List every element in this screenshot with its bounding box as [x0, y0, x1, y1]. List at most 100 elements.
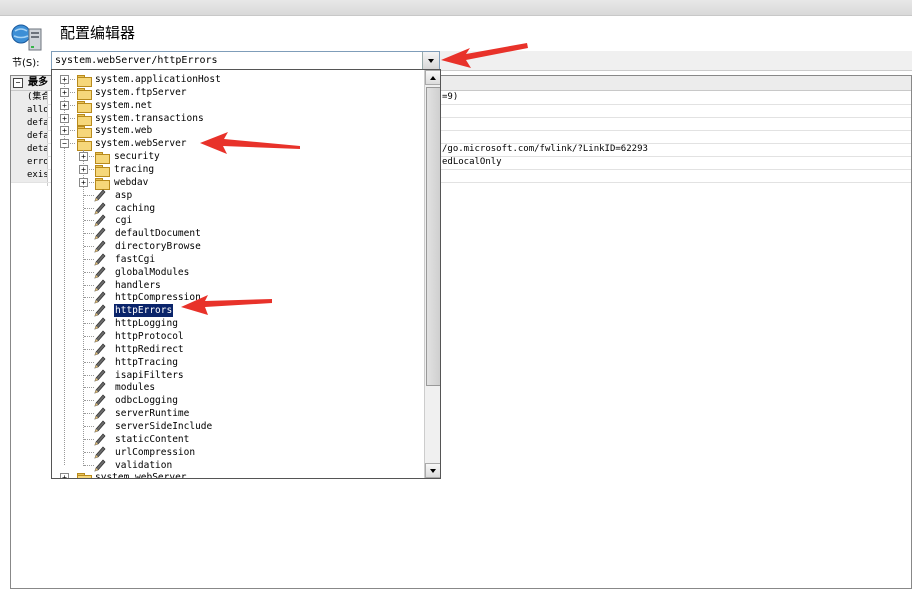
chevron-down-icon[interactable] — [422, 52, 439, 69]
grid-header-label: 最多 — [28, 77, 48, 88]
tree-item-validation[interactable]: validation — [114, 459, 173, 472]
tree-item-modules[interactable]: modules — [114, 381, 156, 394]
tree-line — [84, 400, 94, 402]
scroll-down-button[interactable] — [425, 463, 440, 478]
tree-item-httpErrors[interactable]: httpErrors — [114, 304, 174, 318]
folder-icon — [77, 473, 92, 478]
tree-item-httpCompression[interactable]: httpCompression — [114, 291, 202, 304]
tree-line — [84, 194, 94, 196]
folder-icon — [77, 100, 92, 113]
pen-icon — [94, 291, 106, 304]
expand-icon[interactable]: − — [60, 139, 69, 149]
expand-icon[interactable]: + — [79, 152, 88, 162]
tree-item-defaultDocument[interactable]: defaultDocument — [114, 227, 202, 240]
tree-line — [84, 220, 94, 222]
property-name: deta — [11, 143, 47, 156]
property-name: (集合 — [11, 91, 47, 104]
folder-icon — [77, 139, 92, 152]
tree-line — [84, 361, 94, 363]
pen-icon — [94, 189, 106, 202]
tree-item-asp[interactable]: asp — [114, 189, 133, 202]
property-value: =9) — [442, 92, 459, 102]
pen-icon — [94, 433, 106, 446]
expand-icon[interactable]: + — [60, 126, 69, 136]
toolbar-strip — [440, 51, 912, 71]
tree-line — [84, 233, 94, 235]
dropdown-scrollbar[interactable] — [424, 70, 440, 478]
tree-item-handlers[interactable]: handlers — [114, 279, 162, 292]
property-name: defa — [11, 117, 47, 130]
pen-icon — [94, 266, 106, 279]
expand-icon[interactable]: + — [60, 473, 69, 478]
collapse-icon[interactable]: − — [13, 78, 23, 88]
tree-item-serverSideInclude[interactable]: serverSideInclude — [114, 420, 213, 433]
tree-line — [84, 284, 94, 286]
tree-item-system-transactions[interactable]: system.transactions — [95, 112, 204, 125]
pen-icon — [94, 253, 106, 266]
page-title: 配置编辑器 — [60, 24, 136, 42]
pen-icon — [94, 394, 106, 407]
pen-icon — [94, 381, 106, 394]
tree-item-system-webServer[interactable]: system.webServer — [95, 137, 187, 150]
pen-icon — [94, 356, 106, 369]
tree-item-httpLogging[interactable]: httpLogging — [114, 317, 179, 330]
pen-icon — [94, 304, 106, 317]
tree-item-staticContent[interactable]: staticContent — [114, 433, 190, 446]
tree-line — [84, 438, 94, 440]
tree-line — [84, 348, 94, 350]
tree-item-system-ftpServer[interactable]: system.ftpServer — [95, 86, 187, 99]
folder-icon — [77, 75, 92, 87]
tree-item-partial[interactable]: system.webServer... — [95, 471, 204, 478]
pen-icon — [94, 420, 106, 433]
pen-icon — [94, 214, 106, 227]
tree-line — [83, 150, 84, 467]
tree-item-directoryBrowse[interactable]: directoryBrowse — [114, 240, 202, 253]
tree-item-globalModules[interactable]: globalModules — [114, 266, 190, 279]
tree-line — [84, 297, 94, 299]
tree-item-system-web[interactable]: system.web — [95, 124, 152, 137]
folder-icon — [95, 152, 110, 165]
section-combobox-value: system.webServer/httpErrors — [55, 55, 218, 66]
tree-line — [84, 413, 94, 415]
section-combobox[interactable]: system.webServer/httpErrors — [51, 51, 440, 70]
section-dropdown-tree[interactable]: + system.applicationHost + system.ftpServer… — [51, 69, 441, 479]
tree-item-serverRuntime[interactable]: serverRuntime — [114, 407, 190, 420]
tree-item-httpTracing[interactable]: httpTracing — [114, 356, 179, 369]
property-name: exis — [11, 169, 47, 182]
pen-icon — [94, 279, 106, 292]
scroll-up-button[interactable] — [425, 70, 440, 85]
tree-line — [84, 425, 94, 427]
tree-item-caching[interactable]: caching — [114, 202, 156, 215]
tree-item-httpProtocol[interactable]: httpProtocol — [114, 330, 185, 343]
tree-item-cgi[interactable]: cgi — [114, 214, 133, 227]
folder-icon — [95, 177, 110, 190]
tree-item-system-applicationHost[interactable]: system.applicationHost — [95, 73, 221, 86]
pen-icon — [94, 330, 106, 343]
tree-item-webdav[interactable]: webdav — [114, 176, 148, 189]
tree-item-odbcLogging[interactable]: odbcLogging — [114, 394, 179, 407]
tree-line — [84, 336, 94, 337]
folder-icon — [77, 126, 92, 139]
expand-icon[interactable]: + — [79, 177, 88, 187]
expand-icon[interactable]: + — [79, 164, 88, 174]
pen-icon — [94, 343, 106, 356]
tree-item-tracing[interactable]: tracing — [114, 163, 154, 176]
tree-item-fastCgi[interactable]: fastCgi — [114, 253, 156, 266]
expand-icon[interactable]: + — [60, 75, 69, 84]
pen-icon — [94, 201, 106, 215]
scroll-thumb[interactable] — [426, 87, 440, 386]
tree-item-httpRedirect[interactable]: httpRedirect — [114, 343, 185, 356]
expand-icon[interactable]: + — [60, 100, 69, 110]
tree-item-urlCompression[interactable]: urlCompression — [114, 446, 196, 459]
window-top-bar — [0, 0, 912, 16]
tree-line — [84, 246, 94, 248]
pen-icon — [94, 227, 106, 240]
expand-icon[interactable]: + — [60, 113, 69, 123]
tree-item-security[interactable]: security — [114, 150, 160, 163]
folder-icon — [77, 87, 92, 100]
folder-icon — [77, 113, 92, 126]
expand-icon[interactable]: + — [60, 87, 69, 97]
tree-line — [84, 464, 94, 466]
tree-item-isapiFilters[interactable]: isapiFilters — [114, 369, 185, 382]
tree-item-system-net[interactable]: system.net — [95, 99, 152, 112]
